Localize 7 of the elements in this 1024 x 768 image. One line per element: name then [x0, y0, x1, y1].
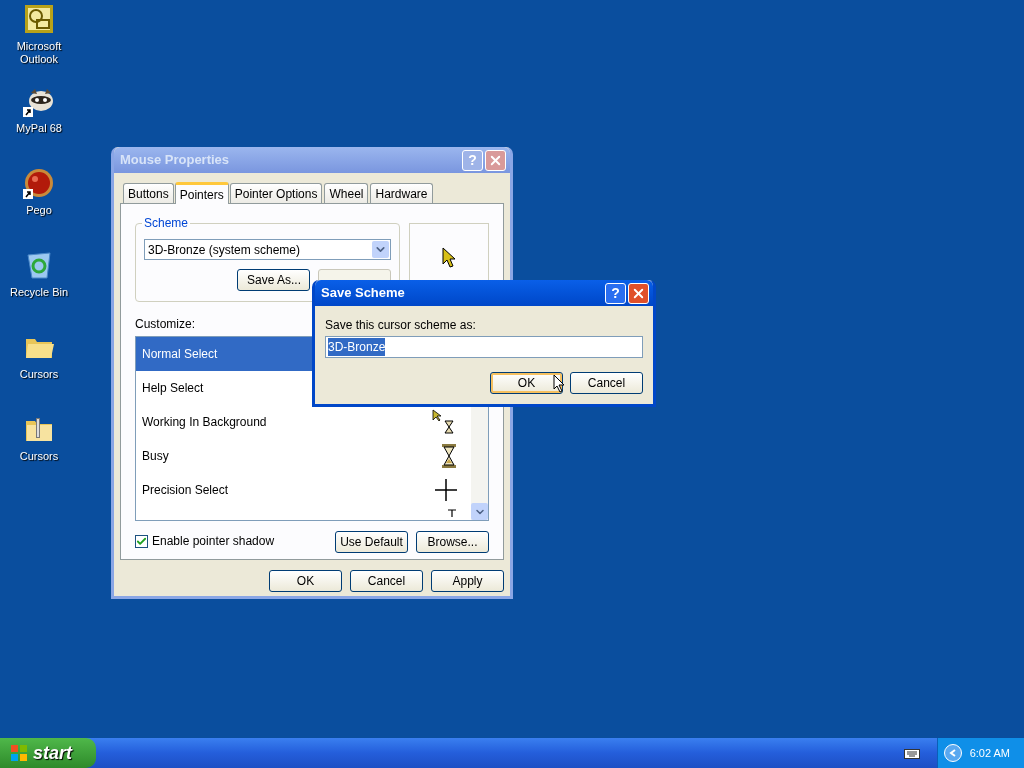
- clock: 6:02 AM: [969, 745, 1010, 761]
- window-title: Save Scheme: [321, 284, 406, 303]
- prompt-text: Save this cursor scheme as:: [325, 318, 477, 332]
- field-value: 3D-Bronze: [328, 338, 386, 356]
- customize-label: Customize:: [135, 316, 196, 333]
- group-label: Scheme: [142, 216, 191, 230]
- window-title: Mouse Properties: [120, 151, 231, 170]
